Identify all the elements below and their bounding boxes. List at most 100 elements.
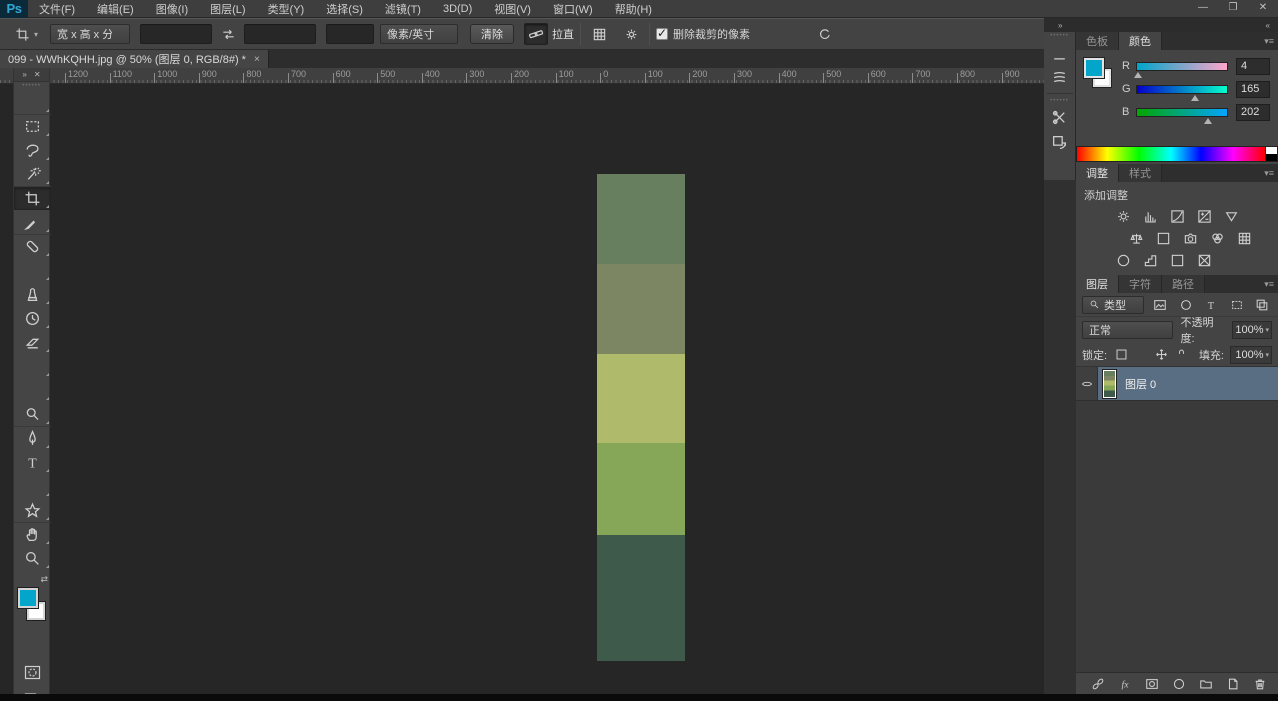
lock-position-button[interactable] xyxy=(1153,347,1169,363)
exposure-adjustment-button[interactable] xyxy=(1194,207,1214,225)
channel-value[interactable]: 165 xyxy=(1236,80,1270,98)
black-white-adjustment-button[interactable] xyxy=(1154,229,1174,247)
brush-presets-panel-button[interactable] xyxy=(1047,65,1073,90)
slider-thumb[interactable] xyxy=(1204,117,1213,124)
channel-value[interactable]: 202 xyxy=(1236,103,1270,121)
link-button[interactable] xyxy=(1090,676,1106,692)
color-lookup-adjustment-button[interactable] xyxy=(1235,229,1255,247)
straighten-label[interactable]: 拉直 xyxy=(552,26,574,42)
eyedropper-tool[interactable] xyxy=(14,210,51,234)
brightness-contrast-adjustment-button[interactable] xyxy=(1113,207,1133,225)
channel-slider[interactable] xyxy=(1134,61,1228,78)
delete-cropped-pixels-checkbox[interactable] xyxy=(656,26,669,40)
spot-healing-tool[interactable] xyxy=(14,234,51,258)
invert-adjustment-button[interactable] xyxy=(1113,251,1133,269)
spectrum-ramp[interactable] xyxy=(1076,146,1266,162)
layers-tab[interactable]: 图层 xyxy=(1076,275,1119,293)
lock-all-button[interactable] xyxy=(1173,347,1189,363)
new-group-button[interactable] xyxy=(1198,676,1214,692)
quick-mask-button[interactable] xyxy=(14,660,51,684)
move-tool[interactable] xyxy=(14,90,51,114)
rectangular-marquee-tool[interactable] xyxy=(14,114,51,138)
path-selection-tool[interactable] xyxy=(14,474,51,498)
hand-tool[interactable] xyxy=(14,522,51,546)
menu-item-6[interactable]: 滤镜(T) xyxy=(374,0,432,18)
layer-name[interactable]: 图层 0 xyxy=(1125,376,1156,392)
expand-dock-icon[interactable]: » xyxy=(1058,21,1062,30)
foreground-color-swatch[interactable] xyxy=(18,588,38,608)
default-colors-icon[interactable] xyxy=(18,574,32,586)
restore-button[interactable]: ❐ xyxy=(1218,0,1248,16)
slider-thumb[interactable] xyxy=(1134,71,1143,78)
add-mask-button[interactable] xyxy=(1144,676,1160,692)
straighten-icon[interactable] xyxy=(524,23,549,45)
posterize-adjustment-button[interactable] xyxy=(1140,251,1160,269)
lasso-tool[interactable] xyxy=(14,138,51,162)
fx-button[interactable]: fx xyxy=(1117,676,1133,692)
swap-dimensions-icon[interactable] xyxy=(216,23,240,45)
crop-ratio-dropdown[interactable]: 宽 x 高 x 分... xyxy=(50,24,131,44)
adjustments-tab[interactable]: 调整 xyxy=(1076,164,1119,182)
overlay-options-icon[interactable] xyxy=(587,23,611,45)
color-tab[interactable]: 色板 xyxy=(1076,32,1119,50)
crop-height-input[interactable] xyxy=(244,24,317,44)
hue-saturation-adjustment-button[interactable] xyxy=(1100,229,1120,247)
opacity-value[interactable]: 100% ▾ xyxy=(1231,321,1272,339)
layers-tab[interactable]: 字符 xyxy=(1119,275,1162,293)
crop-tool[interactable] xyxy=(14,186,51,210)
custom-shape-tool[interactable] xyxy=(14,498,51,522)
menu-item-9[interactable]: 窗口(W) xyxy=(542,0,604,18)
resolution-unit-dropdown[interactable]: 像素/英寸 xyxy=(380,24,459,44)
panel-menu-icon[interactable]: ▾≡ xyxy=(1264,168,1274,179)
tab-close-icon[interactable]: × xyxy=(254,54,260,65)
clear-button[interactable]: 清除 xyxy=(470,24,515,44)
history-brush-tool[interactable] xyxy=(14,306,51,330)
menu-item-7[interactable]: 3D(D) xyxy=(432,0,483,18)
type-tool[interactable]: T xyxy=(14,450,51,474)
canvas-area[interactable] xyxy=(0,84,1044,694)
eraser-tool[interactable] xyxy=(14,330,51,354)
zoom-tool[interactable] xyxy=(14,546,51,570)
menu-item-1[interactable]: 编辑(E) xyxy=(86,0,145,18)
tool-presets-panel-button[interactable] xyxy=(1047,105,1073,130)
toolbar-header[interactable]: » ✕ xyxy=(14,68,49,82)
channel-value[interactable]: 4 xyxy=(1236,57,1270,75)
slider-thumb[interactable] xyxy=(1191,94,1200,101)
filter-type-filter-button[interactable]: T xyxy=(1203,297,1219,313)
crop-resolution-input[interactable] xyxy=(326,24,375,44)
channel-slider[interactable] xyxy=(1136,107,1228,124)
menu-item-10[interactable]: 帮助(H) xyxy=(604,0,663,18)
gradient-tool[interactable] xyxy=(14,354,51,378)
menu-item-3[interactable]: 图层(L) xyxy=(199,0,256,18)
new-layer-button[interactable] xyxy=(1225,676,1241,692)
crop-width-input[interactable] xyxy=(140,24,213,44)
menu-item-0[interactable]: 文件(F) xyxy=(28,0,86,18)
pen-tool[interactable] xyxy=(14,426,51,450)
channel-slider[interactable] xyxy=(1136,84,1228,101)
panel-menu-icon[interactable]: ▾≡ xyxy=(1264,279,1274,290)
lock-image-button[interactable] xyxy=(1133,347,1149,363)
new-adjustment-button[interactable] xyxy=(1171,676,1187,692)
layer-filter-type-dropdown[interactable]: 类型 xyxy=(1082,295,1144,314)
color-tab[interactable]: 颜色 xyxy=(1119,32,1162,50)
menu-item-2[interactable]: 图像(I) xyxy=(145,0,199,18)
clone-stamp-tool[interactable] xyxy=(14,282,51,306)
crop-tool-preset-icon[interactable] xyxy=(10,23,34,45)
layer-visibility-toggle[interactable] xyxy=(1076,367,1098,400)
menu-item-4[interactable]: 类型(Y) xyxy=(257,0,316,18)
lock-transparency-button[interactable] xyxy=(1113,347,1129,363)
document-tab[interactable]: 099 - WWhKQHH.jpg @ 50% (图层 0, RGB/8#) *… xyxy=(0,50,269,68)
quick-selection-tool[interactable] xyxy=(14,162,51,186)
swap-colors-icon[interactable]: ⇄ xyxy=(40,574,48,585)
filter-pixel-filter-button[interactable] xyxy=(1152,297,1168,313)
panel-menu-icon[interactable]: ▾≡ xyxy=(1264,36,1274,47)
dodge-tool[interactable] xyxy=(14,402,51,426)
blend-mode-dropdown[interactable]: 正常 xyxy=(1082,321,1173,339)
delete-button[interactable] xyxy=(1252,676,1268,692)
crop-settings-gear-icon[interactable] xyxy=(619,23,643,45)
filter-adjustment-filter-button[interactable] xyxy=(1178,297,1194,313)
curves-adjustment-button[interactable] xyxy=(1167,207,1187,225)
toolbar-grip[interactable]: •••••• xyxy=(14,82,49,90)
adjustments-tab[interactable]: 样式 xyxy=(1119,164,1162,182)
levels-adjustment-button[interactable] xyxy=(1140,207,1160,225)
